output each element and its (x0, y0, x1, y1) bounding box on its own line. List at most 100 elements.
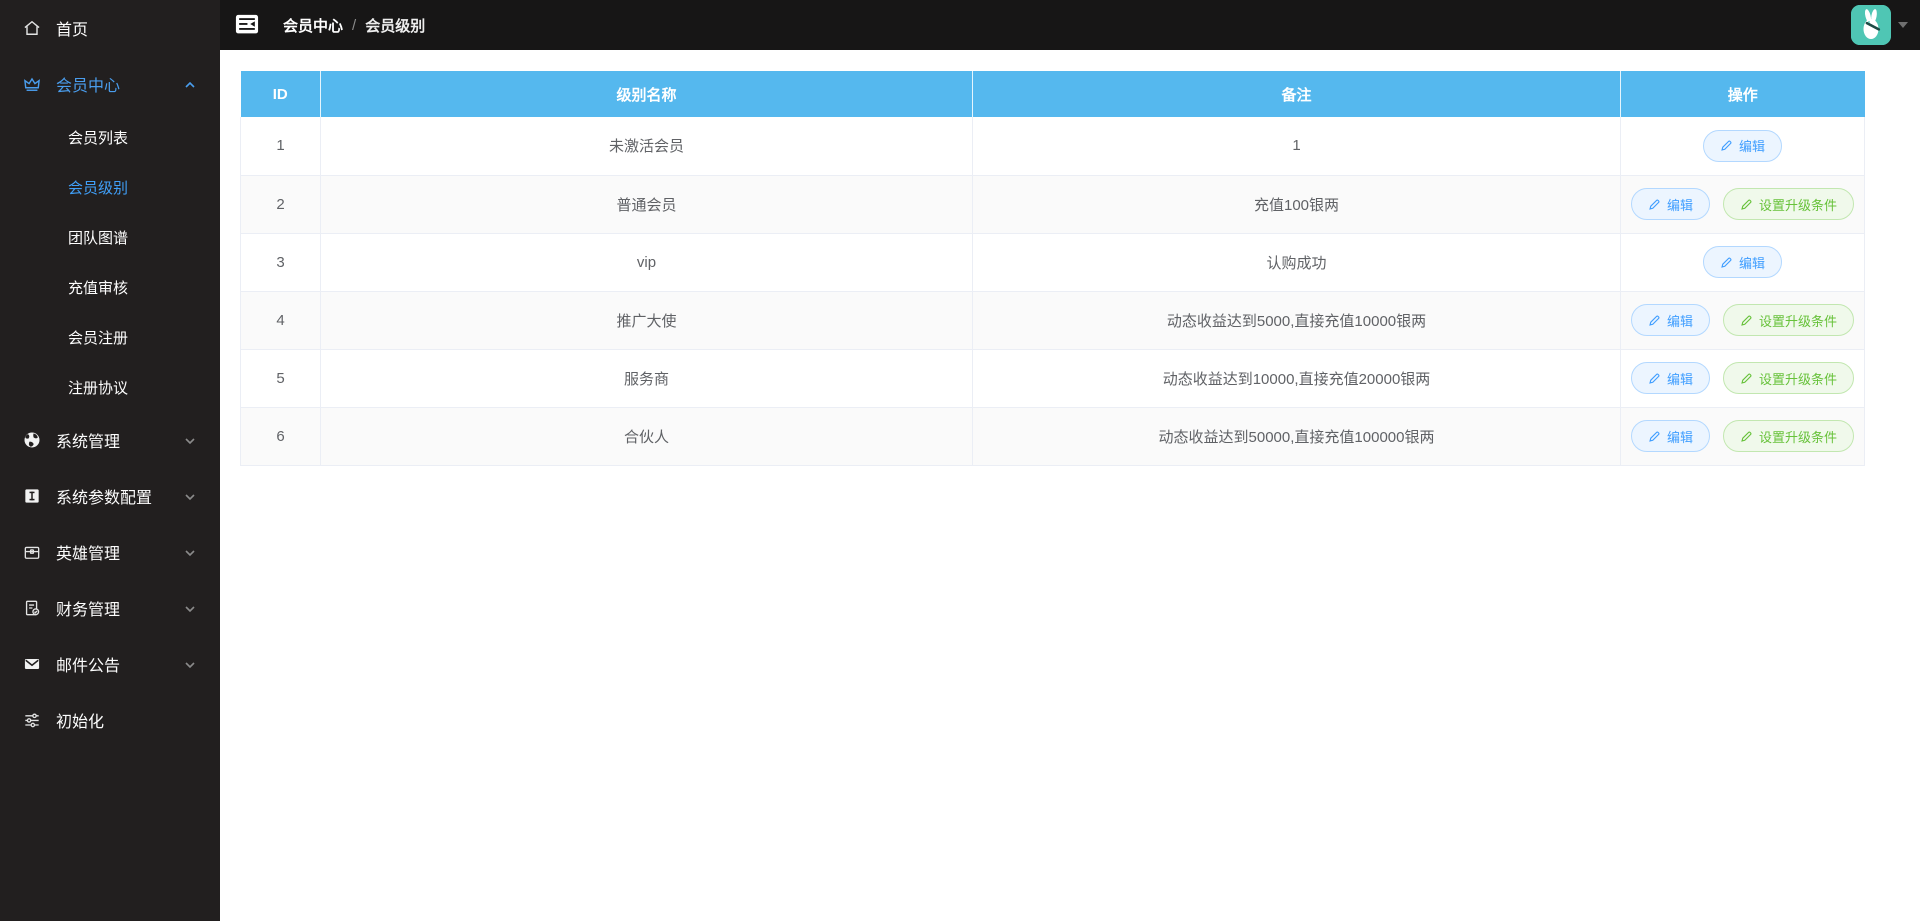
table-row: 2 普通会员 充值100银两 编辑 设置升级条件 (240, 175, 1865, 234)
cell-level-name: 未激活会员 (320, 117, 973, 176)
cell-remark: 充值100银两 (972, 175, 1621, 234)
sidebar-item-label: 首页 (56, 22, 89, 39)
edit-icon (1741, 373, 1752, 384)
cell-remark: 认购成功 (972, 233, 1621, 292)
edit-icon (1649, 373, 1660, 384)
edit-button[interactable]: 编辑 (1630, 362, 1710, 394)
sidebar-item-label: 系统参数配置 (56, 490, 153, 507)
content-area: ID 级别名称 备注 操作 1 未激活会员 1 编辑 2 普通会员 充值100银… (220, 50, 1920, 921)
info-square-icon (22, 486, 42, 506)
edit-icon (1649, 199, 1660, 210)
cell-level-name: vip (320, 233, 973, 292)
column-header-actions: 操作 (1620, 71, 1865, 117)
collapse-menu-icon[interactable] (235, 14, 259, 36)
sidebar-item-label: 英雄管理 (56, 546, 121, 563)
sidebar-item-member-list[interactable]: 会员列表 (0, 112, 220, 162)
cell-level-name: 合伙人 (320, 407, 973, 466)
cell-remark: 动态收益达到50000,直接充值100000银两 (972, 407, 1621, 466)
breadcrumb-item[interactable]: 会员中心 (283, 15, 343, 36)
breadcrumb-separator: / (352, 16, 357, 34)
member-levels-table: ID 级别名称 备注 操作 1 未激活会员 1 编辑 2 普通会员 充值100银… (240, 71, 1865, 466)
sidebar-item-finance-management[interactable]: 财务管理 (0, 580, 220, 636)
edit-button[interactable]: 编辑 (1702, 246, 1782, 278)
table-row: 5 服务商 动态收益达到10000,直接充值20000银两 编辑 设置升级条件 (240, 349, 1865, 408)
sidebar-item-label: 会员级别 (68, 179, 129, 197)
sidebar-item-label: 系统管理 (56, 434, 121, 451)
sidebar-item-label: 财务管理 (56, 602, 121, 619)
sidebar-item-mail-notice[interactable]: 邮件公告 (0, 636, 220, 692)
edit-icon (1721, 140, 1732, 152)
table-row: 3 vip 认购成功 编辑 (240, 233, 1865, 292)
dropdown-caret-icon[interactable] (1898, 22, 1908, 28)
sidebar-item-system-params[interactable]: 系统参数配置 (0, 468, 220, 524)
chevron-down-icon (184, 434, 196, 446)
table-row: 6 合伙人 动态收益达到50000,直接充值100000银两 编辑 设置升级条件 (240, 407, 1865, 466)
mail-icon (22, 654, 42, 674)
cell-id: 2 (240, 175, 321, 234)
table-row: 4 推广大使 动态收益达到5000,直接充值10000银两 编辑 设置升级条件 (240, 291, 1865, 350)
cell-id: 1 (240, 117, 321, 176)
set-upgrade-condition-button[interactable]: 设置升级条件 (1723, 362, 1855, 394)
edit-button[interactable]: 编辑 (1630, 420, 1710, 452)
sidebar-item-member-center[interactable]: 会员中心 (0, 56, 220, 112)
chevron-down-icon (184, 490, 196, 502)
set-upgrade-condition-button[interactable]: 设置升级条件 (1723, 420, 1855, 452)
chevron-down-icon (184, 602, 196, 614)
edit-icon (1741, 315, 1752, 326)
column-header-name: 级别名称 (320, 71, 973, 117)
sidebar-item-label: 团队图谱 (68, 229, 129, 247)
cell-level-name: 普通会员 (320, 175, 973, 234)
cell-remark: 动态收益达到10000,直接充值20000银两 (972, 349, 1621, 408)
set-upgrade-condition-button[interactable]: 设置升级条件 (1723, 304, 1855, 336)
edit-icon (1649, 431, 1660, 442)
sidebar-item-initialization[interactable]: 初始化 (0, 692, 220, 748)
chevron-down-icon (184, 546, 196, 558)
sidebar-item-label: 初始化 (56, 714, 105, 731)
edit-icon (1721, 257, 1732, 268)
edit-icon (1649, 315, 1660, 326)
sidebar-item-label: 会员中心 (56, 78, 121, 95)
crown-icon (22, 74, 42, 94)
sidebar-item-member-register[interactable]: 会员注册 (0, 312, 220, 362)
sidebar-item-home[interactable]: 首页 (0, 0, 220, 56)
edit-button[interactable]: 编辑 (1630, 304, 1710, 336)
finance-doc-icon (22, 598, 42, 618)
breadcrumb: 会员中心 / 会员级别 (283, 15, 425, 36)
topbar: 会员中心 / 会员级别 (220, 0, 1920, 50)
edit-button[interactable]: 编辑 (1630, 188, 1710, 220)
edit-icon (1741, 199, 1752, 210)
edit-button[interactable]: 编辑 (1702, 129, 1782, 162)
chevron-down-icon (184, 658, 196, 670)
sidebar-item-hero-management[interactable]: 英雄管理 (0, 524, 220, 580)
table-row: 1 未激活会员 1 编辑 (240, 117, 1865, 176)
sidebar-item-label: 会员列表 (68, 129, 129, 147)
column-header-remark: 备注 (972, 71, 1621, 117)
sidebar-item-label: 注册协议 (68, 379, 129, 397)
avatar[interactable] (1851, 5, 1891, 45)
cell-id: 3 (240, 233, 321, 292)
sidebar-item-system-management[interactable]: 系统管理 (0, 412, 220, 468)
chest-icon (22, 542, 42, 562)
sidebar: 首页 会员中心 会员列表 会员级别 团队图谱 充值审核 会员注册 注册协议 系统… (0, 0, 220, 921)
sliders-icon (22, 710, 42, 730)
sidebar-item-member-level[interactable]: 会员级别 (0, 162, 220, 212)
home-icon (22, 18, 42, 38)
table-header-row: ID 级别名称 备注 操作 (240, 71, 1865, 117)
column-header-id: ID (240, 71, 321, 117)
cell-id: 4 (240, 291, 321, 350)
cell-id: 5 (240, 349, 321, 408)
sidebar-item-label: 邮件公告 (56, 658, 121, 675)
globe-icon (22, 430, 42, 450)
sidebar-item-label: 会员注册 (68, 329, 129, 347)
cell-id: 6 (240, 407, 321, 466)
cell-remark: 动态收益达到5000,直接充值10000银两 (972, 291, 1621, 350)
cell-level-name: 推广大使 (320, 291, 973, 350)
breadcrumb-item: 会员级别 (365, 17, 426, 35)
chevron-up-icon (184, 78, 196, 90)
sidebar-item-label: 充值审核 (68, 279, 129, 297)
sidebar-item-register-agreement[interactable]: 注册协议 (0, 362, 220, 412)
cell-level-name: 服务商 (320, 349, 973, 408)
sidebar-item-recharge-review[interactable]: 充值审核 (0, 262, 220, 312)
sidebar-item-team-graph[interactable]: 团队图谱 (0, 212, 220, 262)
set-upgrade-condition-button[interactable]: 设置升级条件 (1723, 188, 1855, 220)
